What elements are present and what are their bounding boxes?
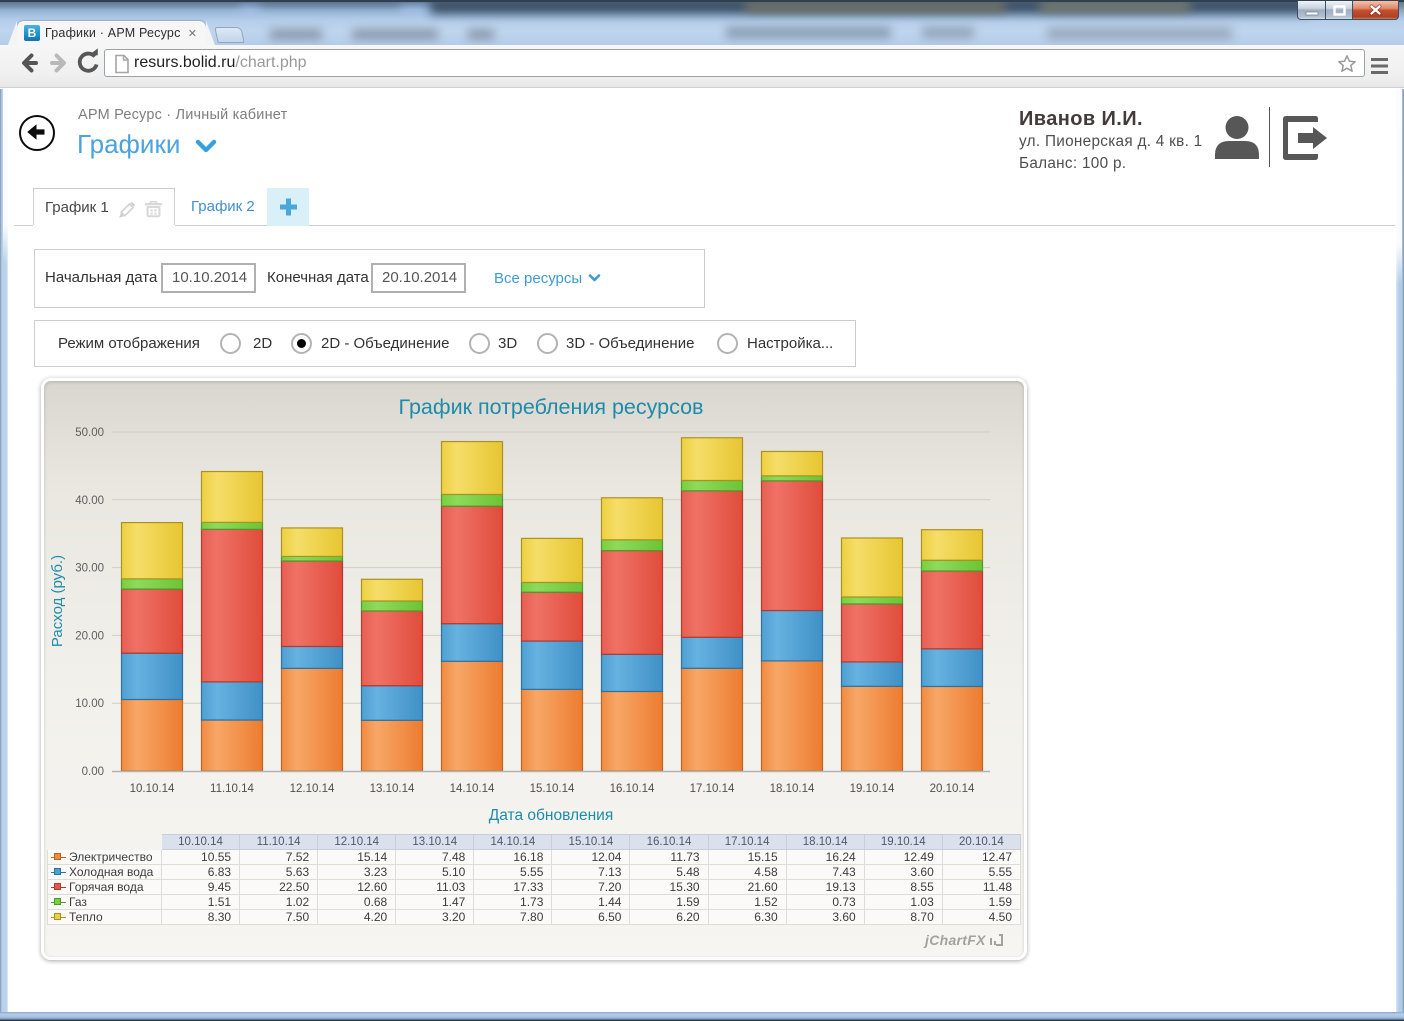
svg-text:Расход (руб.): Расход (руб.)	[49, 555, 66, 647]
svg-text:10.00: 10.00	[75, 698, 104, 710]
svg-text:15.10.14: 15.10.14	[530, 783, 575, 795]
svg-text:30.00: 30.00	[75, 563, 104, 575]
svg-text:16.10.14: 16.10.14	[610, 783, 655, 795]
svg-text:20.10.14: 20.10.14	[930, 783, 975, 795]
svg-text:График потребления ресурсов: График потребления ресурсов	[399, 395, 704, 419]
svg-text:18.10.14: 18.10.14	[770, 783, 815, 795]
svg-text:40.00: 40.00	[75, 495, 104, 507]
svg-text:17.10.14: 17.10.14	[690, 783, 735, 795]
svg-text:19.10.14: 19.10.14	[850, 783, 895, 795]
svg-text:11.10.14: 11.10.14	[210, 783, 255, 795]
svg-text:13.10.14: 13.10.14	[370, 783, 415, 795]
svg-text:20.00: 20.00	[75, 630, 104, 642]
svg-text:14.10.14: 14.10.14	[450, 783, 495, 795]
svg-text:12.10.14: 12.10.14	[290, 783, 335, 795]
svg-text:0.00: 0.00	[82, 766, 104, 778]
svg-text:50.00: 50.00	[75, 427, 104, 439]
svg-text:Дата обновления: Дата обновления	[489, 807, 613, 824]
svg-text:10.10.14: 10.10.14	[130, 783, 175, 795]
